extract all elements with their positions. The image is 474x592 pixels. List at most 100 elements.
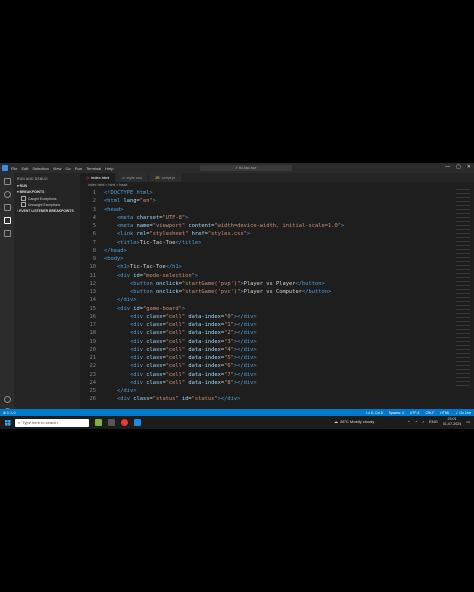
code-line[interactable]: 26 <div class="status" id="status"></div… [80, 395, 474, 403]
line-number: 22 [89, 363, 97, 370]
breakpoint-uncaught-exceptions[interactable]: Uncaught Exceptions [21, 202, 77, 207]
windows-start-icon[interactable] [5, 419, 11, 426]
checkbox-icon[interactable] [21, 196, 26, 201]
code-text: <div class="cell" data-index="7"></div> [129, 371, 257, 378]
code-text: <!DOCTYPE html> [104, 190, 153, 196]
breadcrumb[interactable]: index.html > html > head [80, 182, 474, 189]
tab-index-html[interactable]: ◇ index.html [80, 173, 117, 182]
menu-item-edit[interactable]: Edit [21, 166, 28, 171]
status-item[interactable]: UTF-8 [410, 411, 420, 415]
code-line[interactable]: 25 </div> [80, 387, 474, 395]
status-item[interactable]: ✓ Go Live [456, 411, 471, 415]
line-number: 26 [89, 396, 97, 403]
status-item[interactable]: Spaces: 4 [389, 411, 404, 415]
code-line[interactable]: 9 <body> [80, 255, 474, 263]
code-text: <title>Tic-Tac-Toe</title> [116, 239, 202, 246]
minimize-button[interactable]: — [445, 164, 450, 170]
code-line[interactable]: 15 <div id="game-board"> [80, 305, 474, 313]
menu-item-terminal[interactable]: Terminal [86, 166, 101, 171]
source-control-icon[interactable] [3, 204, 11, 211]
command-center-search[interactable]: ⌕ tic-tac-toe [200, 165, 292, 171]
event-listener-section-header[interactable]: › EVENT LISTENER BREAKPOINTS [17, 209, 77, 213]
code-line[interactable]: 24 <div class="cell" data-index="8"></di… [80, 379, 474, 387]
code-line[interactable]: 20 <div class="cell" data-index="4"></di… [80, 346, 474, 354]
title-bar: File Edit Selection View Go Run Terminal Help ⌕… [0, 163, 474, 173]
code-line[interactable]: 18 <div class="cell" data-index="2"></di… [80, 329, 474, 337]
weather-widget[interactable]: ☁ 28°C Mostly cloudy [334, 419, 374, 424]
line-number: 21 [89, 355, 97, 361]
code-text: <h1>Tic-Tac-Toe</h1> [116, 264, 182, 271]
search-icon: ⌕ [18, 420, 21, 425]
windows-taskbar: ⌕ Type here to search ☁ 28°C Mostly clou… [0, 416, 474, 429]
language-indicator[interactable]: ENG [429, 419, 438, 424]
network-icon[interactable]: ◔ [415, 419, 417, 424]
task-view-icon[interactable] [95, 419, 102, 426]
code-line[interactable]: 21 <div class="cell" data-index="5"></di… [80, 354, 474, 362]
code-line[interactable]: 14 </div> [80, 296, 474, 304]
code-line[interactable]: 23 <div class="cell" data-index="7"></di… [80, 371, 474, 379]
code-line[interactable]: 16 <div class="cell" data-index="0"></di… [80, 313, 474, 321]
code-line[interactable]: 8 </head> [80, 247, 474, 255]
code-line[interactable]: 4 <meta charset="UTF-8"> [80, 214, 474, 222]
code-text: <div class="cell" data-index="0"></div> [129, 313, 257, 320]
menu-item-selection[interactable]: Selection [32, 166, 48, 171]
status-item[interactable]: HTML [440, 411, 449, 415]
run-debug-icon[interactable] [3, 217, 11, 224]
volume-icon[interactable]: ♪ [422, 419, 424, 424]
chrome-icon[interactable] [121, 419, 128, 426]
code-text: </div> [116, 388, 137, 394]
close-button[interactable]: ✕ [467, 164, 471, 170]
minimap[interactable] [456, 189, 470, 389]
status-problems[interactable]: ⊗ 0 ⚠ 0 [3, 411, 15, 415]
code-line[interactable]: 5 <meta name="viewport" content="width=d… [80, 222, 474, 230]
maximize-button[interactable]: ▢ [456, 164, 461, 170]
explorer-icon[interactable] [3, 178, 11, 185]
search-icon[interactable] [3, 191, 11, 198]
tab-script-js[interactable]: JS script.js [148, 173, 183, 182]
editor-tabs: ◇ index.html # style.css JS script.js [80, 173, 474, 182]
file-explorer-icon[interactable] [108, 419, 115, 426]
code-text: <button onclick="startGame('pvp')">Playe… [129, 280, 325, 287]
account-icon[interactable] [3, 396, 11, 403]
taskbar-search-input[interactable]: ⌕ Type here to search [15, 418, 89, 427]
line-number: 3 [92, 206, 96, 213]
chevron-up-icon[interactable]: ^ [408, 419, 410, 424]
menu-item-view[interactable]: View [53, 166, 62, 171]
clock[interactable]: 23:01 01-07-2024 [443, 417, 461, 426]
line-number: 23 [89, 371, 97, 378]
code-line[interactable]: 17 <div class="cell" data-index="1"></di… [80, 321, 474, 329]
code-line[interactable]: 3 <head> [80, 206, 474, 214]
notification-icon[interactable]: ▭ [466, 419, 470, 424]
tab-style-css[interactable]: # style.css [116, 173, 149, 182]
code-line[interactable]: 19 <div class="cell" data-index="3"></di… [80, 338, 474, 346]
code-line[interactable]: 2 <html lang="en"> [80, 197, 474, 205]
status-item[interactable]: Ln 8, Col 8 [366, 411, 382, 415]
checkbox-icon[interactable] [21, 202, 26, 207]
breakpoints-section-header[interactable]: ▾ BREAKPOINTS [17, 190, 77, 194]
code-line[interactable]: 13 <button onclick="startGame('pvc')">Pl… [80, 288, 474, 296]
line-number: 9 [92, 256, 96, 262]
vscode-taskbar-icon[interactable] [134, 419, 141, 426]
code-line[interactable]: 6 <link rel="stylesheet" href="styles.cs… [80, 230, 474, 238]
breakpoint-caught-exceptions[interactable]: Caught Exceptions [21, 196, 77, 201]
code-text: <div class="cell" data-index="8"></div> [129, 379, 257, 386]
code-line[interactable]: 1 <!DOCTYPE html> [80, 189, 474, 197]
menu-item-file[interactable]: File [11, 166, 17, 171]
cloud-icon: ☁ [334, 419, 338, 424]
code-editor[interactable]: 1 <!DOCTYPE html> 2 <html lang="en"> 3 <head>… [80, 189, 474, 409]
code-line[interactable]: 10 <h1>Tic-Tac-Toe</h1> [80, 263, 474, 271]
extensions-icon[interactable] [3, 230, 11, 237]
code-text: </head> [104, 247, 127, 254]
menu-item-help[interactable]: Help [105, 166, 113, 171]
code-line[interactable]: 11 <div id="mode-selection"> [80, 272, 474, 280]
menu-item-run[interactable]: Run [75, 166, 82, 171]
code-line[interactable]: 12 <button onclick="startGame('pvp')">Pl… [80, 280, 474, 288]
line-number: 13 [89, 289, 97, 295]
code-line[interactable]: 7 <title>Tic-Tac-Toe</title> [80, 239, 474, 247]
run-section-header[interactable]: ▾ RUN [17, 184, 77, 188]
menu-bar: File Edit Selection View Go Run Terminal Help [11, 166, 117, 171]
system-tray: ^ ◔ ♪ ENG 23:01 01-07-2024 ▭ [408, 417, 470, 426]
menu-item-go[interactable]: Go [65, 166, 70, 171]
status-item[interactable]: CRLF [425, 411, 434, 415]
code-line[interactable]: 22 <div class="cell" data-index="6"></di… [80, 362, 474, 370]
